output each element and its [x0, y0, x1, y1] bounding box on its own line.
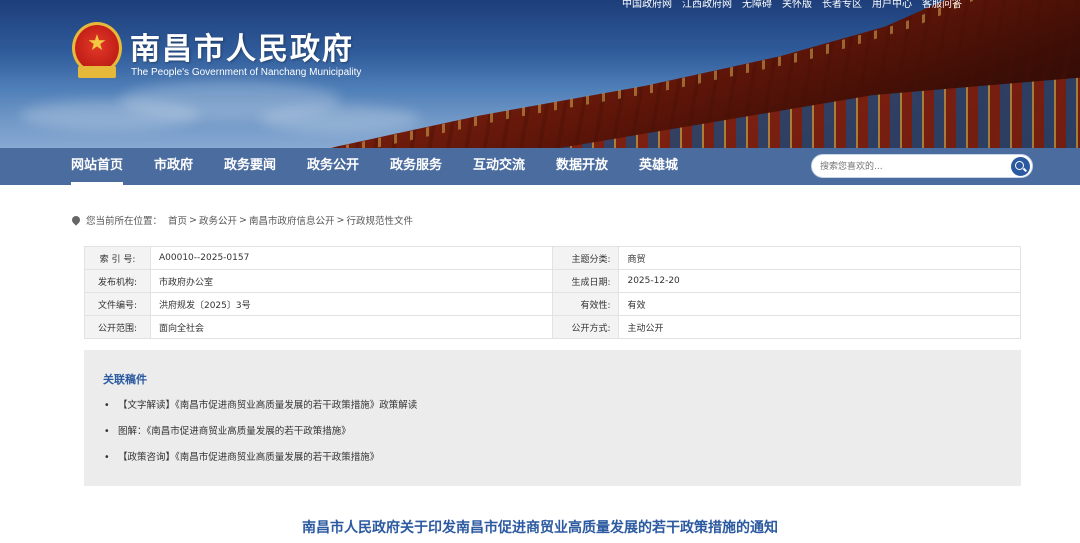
banner-cloud	[260, 105, 420, 133]
bullet-icon: •	[104, 452, 110, 463]
search-box	[811, 154, 1033, 178]
breadcrumb-label: 您当前所在位置：	[86, 216, 163, 227]
top-link-jiangxi[interactable]: 江西政府网	[682, 0, 732, 10]
site-subtitle: The People's Government of Nanchang Muni…	[131, 67, 362, 78]
top-link-care-version[interactable]: 关怀版	[782, 0, 812, 10]
banner-cloud	[20, 100, 200, 130]
search-icon[interactable]	[1011, 157, 1030, 176]
info-value-disclosure: 主动公开	[618, 315, 1021, 339]
nav-item-municipal-gov[interactable]: 市政府	[154, 148, 193, 185]
nav-item-news[interactable]: 政务要闻	[224, 148, 276, 185]
breadcrumb: 您当前所在位置： 首页 > 政务公开 > 南昌市政府信息公开 > 行政规范性文件	[70, 213, 413, 227]
info-value-doc-number: 洪府规发〔2025〕3号	[149, 292, 553, 316]
top-link-elderly[interactable]: 长者专区	[822, 0, 862, 10]
info-value-scope: 面向全社会	[149, 315, 553, 339]
breadcrumb-item-home[interactable]: 首页	[168, 213, 187, 227]
nav-item-hero-city[interactable]: 英雄城	[639, 148, 678, 185]
national-emblem-base	[78, 66, 116, 78]
table-row: 索 引 号: A00010--2025-0157 主题分类: 商贸	[84, 246, 1021, 270]
nav-item-gov-services[interactable]: 政务服务	[390, 148, 442, 185]
info-value-validity: 有效	[618, 292, 1021, 316]
info-key-scope: 公开范围:	[84, 315, 151, 339]
info-key-disclosure: 公开方式:	[551, 315, 620, 339]
top-link-user-center[interactable]: 用户中心	[872, 0, 912, 10]
nav-item-gov-affairs-open[interactable]: 政务公开	[307, 148, 359, 185]
related-link-policy-consult[interactable]: 【政策咨询】《南昌市促进商贸业高质量发展的若干政策措施》	[118, 452, 379, 463]
related-link-graphic[interactable]: 图解：《南昌市促进商贸业高质量发展的若干政策措施》	[118, 426, 351, 437]
info-key-date: 生成日期:	[551, 269, 620, 293]
related-articles-panel: 关联稿件 • 【文字解读】《南昌市促进商贸业高质量发展的若干政策措施》政策解读 •…	[84, 350, 1021, 486]
breadcrumb-item-gov-open[interactable]: 政务公开	[199, 213, 237, 227]
breadcrumb-separator: >	[189, 214, 197, 226]
top-link-service-qa[interactable]: 客服问答	[922, 0, 962, 10]
nav-item-interaction[interactable]: 互动交流	[473, 148, 525, 185]
location-pin-icon	[70, 214, 82, 226]
info-value-publisher: 市政府办公室	[149, 269, 553, 293]
list-item: • 【文字解读】《南昌市促进商贸业高质量发展的若干政策措施》政策解读	[104, 397, 417, 411]
table-row: 公开范围: 面向全社会 公开方式: 主动公开	[84, 315, 1021, 339]
nav-item-home[interactable]: 网站首页	[71, 148, 124, 185]
top-links: 中国政府网 江西政府网 无障碍 关怀版 长者专区 用户中心 客服问答	[622, 0, 962, 10]
document-title: 南昌市人民政府关于印发南昌市促进商贸业高质量发展的若干政策措施的通知	[302, 520, 778, 536]
info-key-topic: 主题分类:	[551, 246, 620, 270]
info-key-index-no: 索 引 号:	[84, 246, 151, 270]
table-row: 发布机构: 市政府办公室 生成日期: 2025-12-20	[84, 269, 1021, 293]
breadcrumb-item-info-open[interactable]: 南昌市政府信息公开	[249, 213, 335, 227]
breadcrumb-separator: >	[336, 214, 345, 226]
info-key-publisher: 发布机构:	[84, 269, 151, 293]
nav-item-open-data[interactable]: 数据开放	[556, 148, 608, 185]
bullet-icon: •	[104, 400, 110, 411]
list-item: • 【政策咨询】《南昌市促进商贸业高质量发展的若干政策措施》	[104, 449, 379, 463]
list-item: • 图解：《南昌市促进商贸业高质量发展的若干政策措施》	[104, 423, 351, 437]
related-link-text-interpretation[interactable]: 【文字解读】《南昌市促进商贸业高质量发展的若干政策措施》政策解读	[118, 400, 417, 411]
breadcrumb-separator: >	[239, 214, 247, 226]
search-input[interactable]	[820, 158, 1010, 175]
document-info-table: 索 引 号: A00010--2025-0157 主题分类: 商贸 发布机构: …	[84, 246, 1021, 339]
header-banner: 南昌市人民政府 The People's Government of Nanch…	[0, 0, 1080, 148]
top-link-gov-cn[interactable]: 中国政府网	[622, 0, 672, 10]
top-link-accessibility[interactable]: 无障碍	[742, 0, 772, 10]
table-row: 文件编号: 洪府规发〔2025〕3号 有效性: 有效	[84, 292, 1021, 316]
breadcrumb-item-normative-docs[interactable]: 行政规范性文件	[346, 213, 413, 227]
related-articles-title: 关联稿件	[103, 373, 147, 386]
info-value-topic: 商贸	[618, 246, 1021, 270]
info-value-date: 2025-12-20	[618, 269, 1021, 293]
info-key-validity: 有效性:	[551, 292, 620, 316]
info-value-index-no: A00010--2025-0157	[149, 246, 553, 270]
site-title[interactable]: 南昌市人民政府	[130, 24, 354, 68]
bullet-icon: •	[104, 426, 110, 437]
info-key-doc-number: 文件编号:	[84, 292, 151, 316]
